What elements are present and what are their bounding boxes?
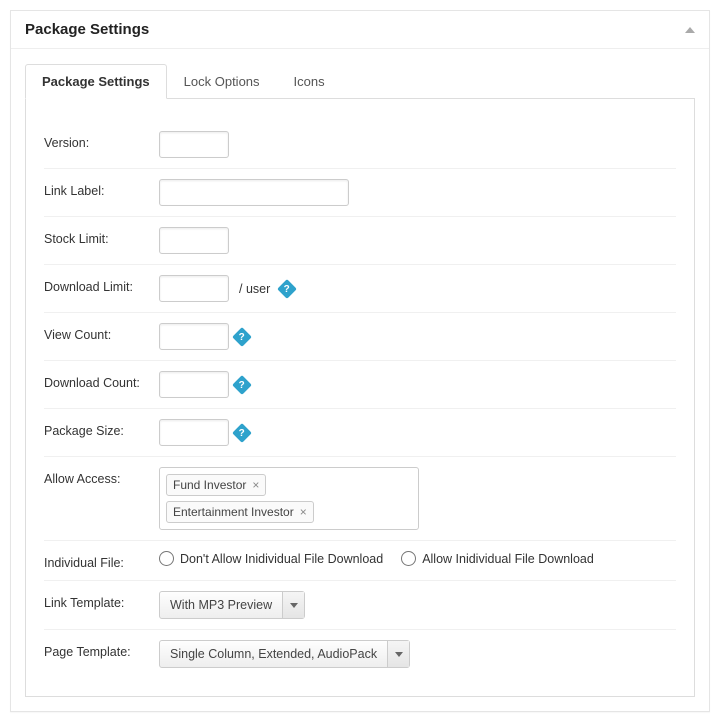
tab-icons[interactable]: Icons (277, 64, 342, 99)
label-version: Version: (44, 131, 159, 150)
row-link-template: Link Template: With MP3 Preview (44, 581, 676, 630)
metabox-body: Package Settings Lock Options Icons Vers… (11, 49, 709, 711)
access-tag: Fund Investor × (166, 474, 266, 496)
row-page-template: Page Template: Single Column, Extended, … (44, 630, 676, 678)
individual-file-radio-allow[interactable] (401, 551, 416, 566)
radio-label: Allow Inidividual File Download (422, 552, 594, 566)
chevron-down-icon (282, 592, 304, 618)
tab-lock-options[interactable]: Lock Options (167, 64, 277, 99)
row-allow-access: Allow Access: Fund Investor × Entertainm… (44, 457, 676, 541)
help-icon[interactable]: ? (277, 279, 297, 299)
row-view-count: View Count: ? (44, 313, 676, 361)
tag-remove-icon[interactable]: × (252, 479, 259, 491)
help-icon[interactable]: ? (232, 423, 252, 443)
version-input[interactable] (159, 131, 229, 158)
label-download-limit: Download Limit: (44, 275, 159, 294)
label-individual-file: Individual File: (44, 551, 159, 570)
individual-file-option-allow[interactable]: Allow Inidividual File Download (401, 551, 594, 566)
chevron-down-icon (387, 641, 409, 667)
metabox-header: Package Settings (11, 11, 709, 49)
download-limit-input[interactable] (159, 275, 229, 302)
label-download-count: Download Count: (44, 371, 159, 390)
tab-package-settings[interactable]: Package Settings (25, 64, 167, 99)
stock-limit-input[interactable] (159, 227, 229, 254)
collapse-toggle-icon[interactable] (685, 27, 695, 33)
label-view-count: View Count: (44, 323, 159, 342)
package-settings-metabox: Package Settings Package Settings Lock O… (10, 10, 710, 712)
tag-label: Fund Investor (173, 478, 246, 492)
label-link-template: Link Template: (44, 591, 159, 610)
help-icon[interactable]: ? (232, 327, 252, 347)
tag-label: Entertainment Investor (173, 505, 294, 519)
tabs: Package Settings Lock Options Icons (25, 63, 695, 99)
row-download-limit: Download Limit: / user ? (44, 265, 676, 313)
help-icon[interactable]: ? (232, 375, 252, 395)
radio-label: Don't Allow Inidividual File Download (180, 552, 383, 566)
link-template-select[interactable]: With MP3 Preview (159, 591, 305, 619)
row-stock-limit: Stock Limit: (44, 217, 676, 265)
tag-remove-icon[interactable]: × (300, 506, 307, 518)
individual-file-radio-deny[interactable] (159, 551, 174, 566)
metabox-title: Package Settings (25, 21, 149, 38)
row-package-size: Package Size: ? (44, 409, 676, 457)
individual-file-option-deny[interactable]: Don't Allow Inidividual File Download (159, 551, 383, 566)
tab-panel-package-settings: Version: Link Label: Stock Limit: Downlo… (25, 99, 695, 697)
access-tag: Entertainment Investor × (166, 501, 314, 523)
label-stock-limit: Stock Limit: (44, 227, 159, 246)
label-link-label: Link Label: (44, 179, 159, 198)
download-limit-suffix: / user (239, 282, 270, 296)
row-download-count: Download Count: ? (44, 361, 676, 409)
row-individual-file: Individual File: Don't Allow Inidividual… (44, 541, 676, 581)
row-version: Version: (44, 121, 676, 169)
row-link-label: Link Label: (44, 169, 676, 217)
page-template-select[interactable]: Single Column, Extended, AudioPack (159, 640, 410, 668)
select-value: With MP3 Preview (160, 592, 282, 618)
select-value: Single Column, Extended, AudioPack (160, 641, 387, 667)
view-count-input[interactable] (159, 323, 229, 350)
allow-access-tagbox[interactable]: Fund Investor × Entertainment Investor × (159, 467, 419, 530)
link-label-input[interactable] (159, 179, 349, 206)
package-size-input[interactable] (159, 419, 229, 446)
download-count-input[interactable] (159, 371, 229, 398)
label-package-size: Package Size: (44, 419, 159, 438)
label-allow-access: Allow Access: (44, 467, 159, 486)
